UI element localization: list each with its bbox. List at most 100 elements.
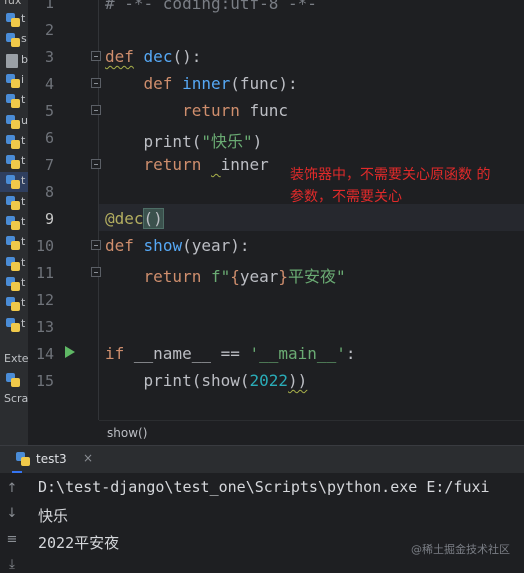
project-file-label: t [21, 194, 26, 208]
line-number: 11 [35, 264, 54, 282]
python-file-icon [6, 73, 20, 88]
project-file-label: t [21, 316, 26, 330]
line-number: 9 [44, 210, 54, 228]
scratches-label[interactable]: Scra [4, 392, 28, 405]
python-file-icon [6, 236, 20, 251]
code-line-3[interactable]: def dec(): [105, 47, 201, 66]
code-line-10[interactable]: def show(year): [105, 236, 250, 255]
code-line-14[interactable]: if __name__ == '__main__': [105, 344, 355, 363]
file-icon [6, 53, 18, 68]
project-file-item[interactable]: t [0, 152, 28, 172]
code-line-15[interactable]: print(show(2022)) [105, 371, 308, 390]
python-file-icon [6, 134, 20, 149]
scratches-item[interactable] [0, 370, 28, 390]
run-gutter-icon[interactable] [65, 346, 75, 358]
code-line-1[interactable]: # -*- coding:utf-8 -*- [105, 0, 317, 13]
console-output-line: D:\test-django\test_one\Scripts\python.e… [38, 478, 490, 496]
console-output-line: 2022平安夜 [38, 534, 120, 552]
code-line-4[interactable]: def inner(func): [105, 74, 298, 93]
python-file-icon [6, 175, 20, 190]
code-line-5[interactable]: return func [105, 101, 288, 120]
breadcrumb[interactable]: show() [107, 426, 147, 440]
project-file-item[interactable]: b [0, 51, 28, 71]
line-number: 6 [44, 129, 54, 147]
project-file-label: t [21, 93, 26, 107]
python-icon [6, 373, 20, 387]
python-file-icon [6, 297, 20, 312]
project-file-label: t [21, 133, 26, 147]
python-file-icon [6, 216, 20, 230]
line-number: 5 [44, 102, 54, 120]
project-header: fux [0, 0, 28, 7]
python-file-icon [6, 114, 20, 129]
code-line-9[interactable]: @dec() [105, 208, 164, 229]
project-file-label: i [21, 72, 25, 86]
line-number: 12 [35, 291, 54, 309]
project-file-item[interactable]: t [0, 274, 28, 294]
line-number: 8 [44, 183, 54, 201]
project-file-label: t [21, 296, 26, 310]
scroll-up-icon[interactable]: ↑ [4, 481, 20, 497]
code-line-6[interactable]: print("快乐") [105, 128, 263, 152]
close-icon[interactable]: × [83, 451, 93, 465]
python-file-icon [6, 195, 20, 210]
scroll-to-end-icon[interactable]: ⤓ [4, 557, 20, 573]
project-file-item[interactable]: t [0, 254, 28, 274]
project-file-item[interactable]: t [0, 132, 28, 152]
code-line-7[interactable]: return inner [105, 155, 269, 174]
watermark: @稀土掘金技术社区 [411, 543, 510, 556]
project-file-item[interactable]: t [0, 91, 28, 111]
python-file-icon [6, 155, 20, 170]
project-file-label: t [21, 154, 26, 168]
project-file-label: t [21, 275, 26, 289]
python-file-icon [6, 33, 20, 48]
project-file-label: t [21, 235, 26, 249]
project-file-item[interactable]: t [0, 172, 28, 193]
line-number: 7 [44, 156, 54, 174]
project-file-label: u [21, 113, 28, 127]
project-file-label: t [21, 174, 26, 188]
python-file-icon [6, 276, 20, 291]
run-tab-label: test3 [36, 452, 67, 466]
line-number: 10 [35, 237, 54, 255]
project-file-item[interactable]: t [0, 315, 28, 335]
project-file-item[interactable]: t [0, 233, 28, 253]
project-file-item[interactable]: i [0, 71, 28, 91]
python-icon [16, 452, 30, 466]
project-file-label: b [21, 52, 28, 66]
project-file-label: t [21, 215, 26, 228]
project-file-item[interactable]: t [0, 10, 28, 30]
breadcrumb-bar: show() [99, 420, 524, 446]
code-line-11[interactable]: return f"{year}平安夜" [105, 263, 346, 287]
line-number: 14 [35, 345, 54, 363]
console-output-line: 快乐 [38, 507, 69, 525]
annotation-note: 装饰器中，不需要关心原函数 的 参数，不需要关心 [290, 167, 491, 205]
tab-test3[interactable]: test3 × [12, 446, 93, 473]
external-libraries-item[interactable]: Exte [4, 352, 28, 365]
soft-wrap-icon[interactable]: ≡ [4, 532, 20, 548]
project-root-label[interactable]: fux [4, 0, 21, 7]
project-file-item[interactable]: t [0, 213, 28, 233]
python-file-icon [6, 94, 20, 109]
line-number: 3 [44, 48, 54, 66]
line-number: 15 [35, 372, 54, 390]
python-file-icon [6, 317, 20, 332]
project-file-item[interactable]: s [0, 30, 28, 50]
python-file-icon [6, 13, 20, 27]
run-tab-bar: test3 × [0, 446, 524, 473]
project-file-item[interactable]: u [0, 112, 28, 132]
project-file-item[interactable]: t [0, 193, 28, 213]
project-panel: fux tsbitutttttttttt Exte Scra [0, 0, 28, 445]
run-side-toolbar: ↑ ↓ ≡ ⤓ [0, 473, 24, 573]
python-file-icon [6, 256, 20, 271]
line-number: 2 [44, 21, 54, 39]
project-file-label: t [21, 12, 26, 25]
project-file-label: t [21, 255, 26, 269]
run-panel: test3 × ↑ ↓ ≡ ⤓ D:\test-django\test_one\… [0, 445, 524, 573]
scroll-down-icon[interactable]: ↓ [4, 506, 20, 522]
project-file-item[interactable]: t [0, 294, 28, 314]
project-file-label: s [21, 32, 27, 46]
line-number: 4 [44, 75, 54, 93]
line-number: 13 [35, 318, 54, 336]
line-number: 1 [44, 0, 54, 12]
